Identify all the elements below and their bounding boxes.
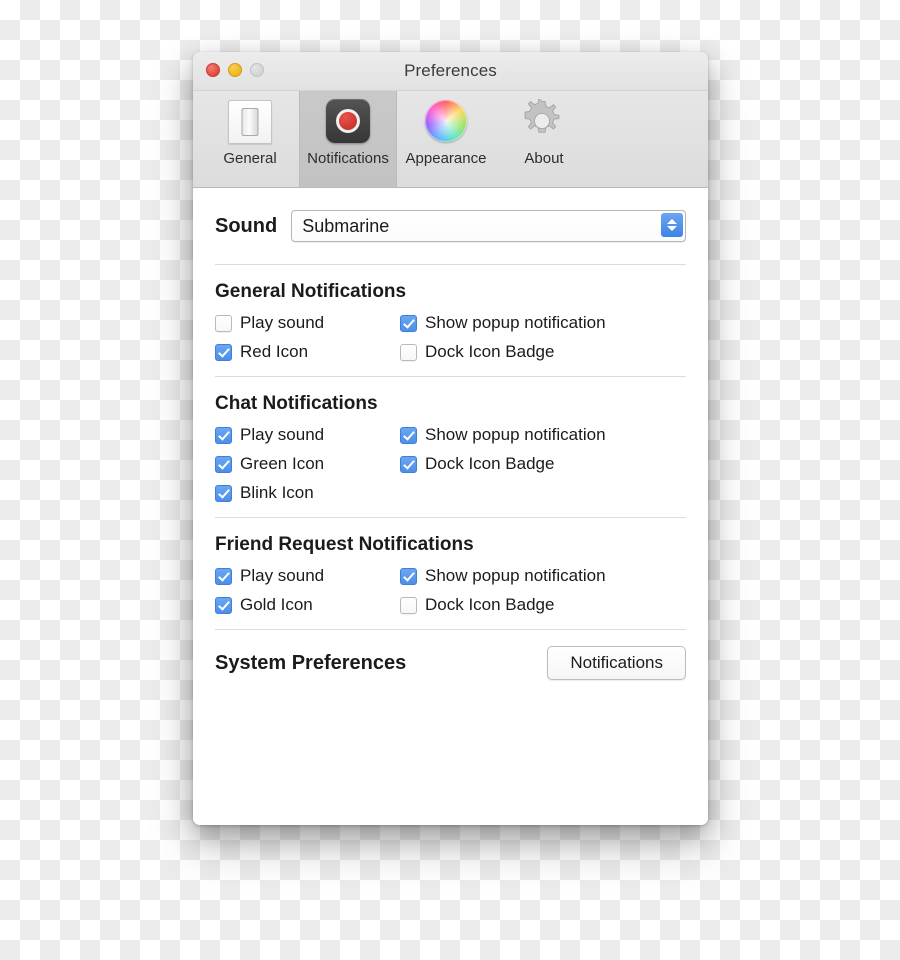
tab-general[interactable]: General: [201, 91, 299, 187]
notifications-pane: Sound Submarine General Notifications Pl…: [193, 188, 708, 825]
checkbox-box-icon[interactable]: [215, 567, 232, 585]
checkbox-gold-icon[interactable]: Gold Icon: [215, 595, 400, 615]
checkbox-box-icon[interactable]: [400, 567, 417, 585]
tab-notifications-label: Notifications: [307, 150, 389, 167]
section-title: Friend Request Notifications: [215, 534, 474, 555]
tab-general-label: General: [223, 150, 277, 167]
checkbox-label: Show popup notification: [425, 566, 606, 585]
checkbox-row: Gold Icon Dock Icon Badge: [215, 595, 686, 615]
divider: [215, 517, 686, 518]
color-wheel-icon: [422, 97, 470, 145]
light-switch-icon: [226, 97, 274, 145]
checkbox-label: Play sound: [240, 566, 325, 585]
section-general-notifications: General Notifications Play sound Show po…: [215, 281, 686, 362]
divider: [215, 376, 686, 377]
checkbox-show-popup-notification[interactable]: Show popup notification: [400, 566, 606, 586]
checkbox-box-icon[interactable]: [400, 314, 417, 332]
section-friend-request-notifications: Friend Request Notifications Play sound …: [215, 534, 686, 615]
checkbox-green-icon[interactable]: Green Icon: [215, 454, 400, 474]
up-down-chevron-icon[interactable]: [661, 213, 683, 237]
checkbox-box-icon[interactable]: [215, 455, 232, 473]
tab-appearance[interactable]: Appearance: [397, 91, 495, 187]
checkbox-label: Play sound: [240, 313, 325, 332]
checkbox-play-sound[interactable]: Play sound: [215, 425, 400, 445]
checkbox-row: Play sound Show popup notification: [215, 425, 686, 445]
window-titlebar: Preferences: [193, 52, 708, 91]
sound-label: Sound: [215, 214, 278, 237]
gear-icon: [520, 97, 568, 145]
checkbox-play-sound[interactable]: Play sound: [215, 313, 400, 333]
checkbox-dock-icon-badge[interactable]: Dock Icon Badge: [400, 342, 554, 362]
checkbox-box-icon[interactable]: [215, 314, 232, 332]
sound-row: Sound Submarine: [215, 210, 686, 242]
checkbox-label: Red Icon: [240, 342, 309, 361]
preferences-toolbar: General Notifications Appearance About: [193, 91, 708, 188]
system-preferences-label: System Preferences: [215, 651, 407, 674]
sound-select-value: Submarine: [302, 215, 390, 236]
checkbox-dock-icon-badge[interactable]: Dock Icon Badge: [400, 595, 554, 615]
checkbox-box-icon[interactable]: [400, 343, 417, 361]
section-chat-notifications: Chat Notifications Play sound Show popup…: [215, 393, 686, 503]
checkbox-row: Green Icon Dock Icon Badge: [215, 454, 686, 474]
checkbox-label: Play sound: [240, 425, 325, 444]
checkbox-box-icon[interactable]: [400, 455, 417, 473]
tab-about[interactable]: About: [495, 91, 593, 187]
checkbox-label: Show popup notification: [425, 313, 606, 332]
checkbox-box-icon[interactable]: [215, 426, 232, 444]
checkbox-box-icon[interactable]: [400, 596, 417, 614]
checkbox-box-icon[interactable]: [400, 426, 417, 444]
section-title: General Notifications: [215, 281, 407, 302]
checkbox-box-icon[interactable]: [215, 484, 232, 502]
checkbox-label: Show popup notification: [425, 425, 606, 444]
divider: [215, 264, 686, 265]
checkbox-label: Gold Icon: [240, 595, 313, 614]
tab-appearance-label: Appearance: [405, 150, 487, 167]
section-title: Chat Notifications: [215, 393, 378, 414]
checkbox-row: Red Icon Dock Icon Badge: [215, 342, 686, 362]
preferences-window: Preferences General Notifications Appear…: [193, 52, 708, 825]
checkbox-show-popup-notification[interactable]: Show popup notification: [400, 313, 606, 333]
system-preferences-row: System Preferences Notifications: [215, 646, 686, 680]
checkbox-label: Blink Icon: [240, 483, 314, 502]
checkbox-show-popup-notification[interactable]: Show popup notification: [400, 425, 606, 445]
window-title: Preferences: [404, 61, 497, 80]
checkbox-blink-icon[interactable]: Blink Icon: [215, 483, 400, 503]
checkbox-play-sound[interactable]: Play sound: [215, 566, 400, 586]
checkbox-red-icon[interactable]: Red Icon: [215, 342, 400, 362]
checkbox-row: Blink Icon: [215, 483, 686, 503]
tab-about-label: About: [524, 150, 564, 167]
checkbox-box-icon[interactable]: [215, 596, 232, 614]
checkbox-label: Dock Icon Badge: [425, 454, 555, 473]
checkbox-row: Play sound Show popup notification: [215, 313, 686, 333]
record-dot-icon: [324, 97, 372, 145]
open-notifications-system-prefs-button[interactable]: Notifications: [547, 646, 686, 680]
checkbox-dock-icon-badge[interactable]: Dock Icon Badge: [400, 454, 554, 474]
tab-notifications[interactable]: Notifications: [299, 91, 397, 187]
divider: [215, 629, 686, 630]
checkbox-label: Dock Icon Badge: [425, 595, 555, 614]
checkbox-row: Play sound Show popup notification: [215, 566, 686, 586]
checkbox-box-icon[interactable]: [215, 343, 232, 361]
checkbox-label: Green Icon: [240, 454, 325, 473]
checkbox-label: Dock Icon Badge: [425, 342, 555, 361]
sound-select[interactable]: Submarine: [291, 210, 686, 242]
